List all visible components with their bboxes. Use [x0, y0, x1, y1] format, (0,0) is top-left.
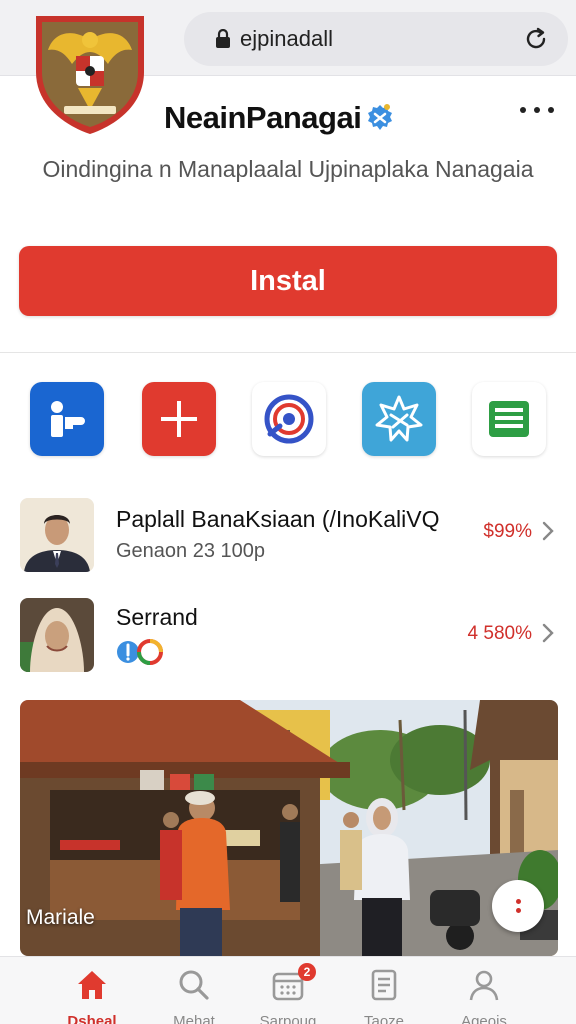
notification-badge: 2	[298, 963, 316, 981]
nav-label: Ageois	[461, 1013, 507, 1024]
list-item-title: Paplall BanaKsiaan (/InoKaliVQ	[116, 506, 440, 532]
avatar	[20, 598, 94, 672]
chevron-right-icon[interactable]	[540, 622, 556, 644]
install-button[interactable]: Instal	[19, 246, 557, 316]
star-badge-icon[interactable]	[362, 382, 436, 456]
nav-item-search[interactable]: Mehat	[144, 957, 244, 1024]
reload-icon[interactable]	[522, 25, 550, 53]
url-text[interactable]: ejpinadall	[240, 26, 333, 52]
list-item[interactable]: Serrand 4 580%	[20, 598, 560, 672]
nav-item-documents[interactable]: Taoze	[334, 957, 434, 1024]
lock-icon	[212, 28, 234, 50]
app-mini-icons	[116, 638, 164, 666]
nav-item-calendar[interactable]: 2 Sarpoug	[238, 957, 338, 1024]
nav-item-profile[interactable]: Ageois	[434, 957, 534, 1024]
nav-label: Mehat	[173, 1013, 215, 1024]
list-item-price: $99%	[483, 521, 532, 542]
plus-icon[interactable]	[142, 382, 216, 456]
profile-icon	[466, 967, 502, 1003]
chrome-like-icon[interactable]	[252, 382, 326, 456]
list-item-title: Serrand	[116, 604, 198, 630]
nav-label: Sarpoug	[259, 1013, 317, 1024]
emblem-logo	[32, 10, 148, 136]
home-icon	[74, 967, 110, 1003]
list-item-price: 4 580%	[467, 623, 532, 644]
divider	[0, 352, 576, 353]
app-title-row: NeainPanagai	[164, 96, 395, 140]
document-icon	[366, 967, 402, 1003]
app-icons-row	[0, 382, 576, 458]
search-icon	[176, 967, 212, 1003]
verified-badge-icon	[365, 103, 395, 133]
list-item-subtitle: Genaon 23 100p	[116, 540, 266, 562]
app-title: NeainPanagai	[164, 100, 362, 135]
village-photo[interactable]	[20, 700, 558, 956]
bottom-navigation: Dsheal Mehat 2 Sarpoug Taoze Ageois	[0, 956, 576, 1024]
nav-label: Dsheal	[67, 1013, 117, 1024]
app-subtitle: Oindingina n Manaplaalal Ujpinaplaka Nan…	[42, 156, 534, 182]
more-options-icon[interactable]	[520, 98, 554, 122]
avatar	[20, 498, 94, 572]
photo-caption: Mariale	[26, 906, 95, 929]
nav-item-home[interactable]: Dsheal	[42, 957, 142, 1024]
more-vertical-icon[interactable]	[492, 880, 544, 932]
url-bar[interactable]: ejpinadall	[184, 12, 568, 66]
sheets-icon[interactable]	[472, 382, 546, 456]
chevron-right-icon[interactable]	[540, 520, 556, 542]
nav-label: Taoze	[363, 1013, 405, 1024]
list-item[interactable]: Paplall BanaKsiaan (/InoKaliVQ Genaon 23…	[20, 498, 560, 572]
person-info-icon[interactable]	[30, 382, 104, 456]
